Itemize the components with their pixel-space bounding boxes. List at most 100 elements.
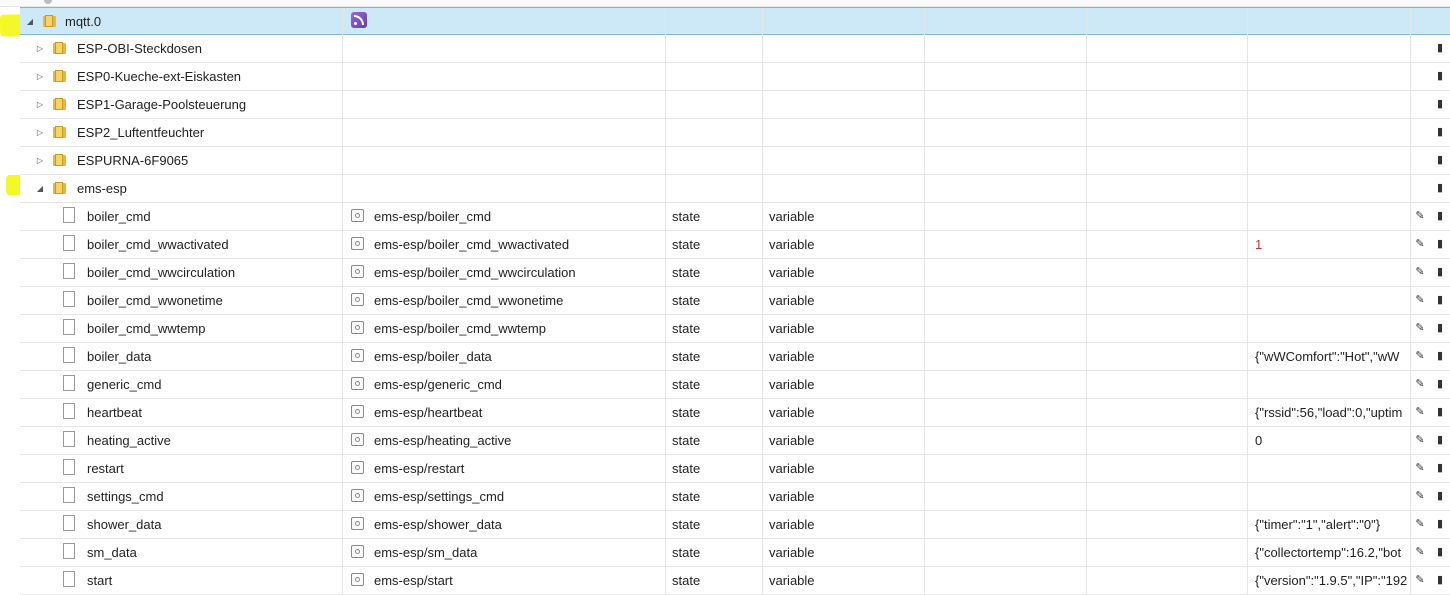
value-cell[interactable] xyxy=(1248,259,1411,286)
tree-row-state[interactable]: heating_active ems-esp/heating_active st… xyxy=(20,427,1450,455)
tree-row-state[interactable]: boiler_cmd ems-esp/boiler_cmd state vari… xyxy=(20,203,1450,231)
trash-icon[interactable]: ▮ xyxy=(1433,231,1447,258)
value-cell[interactable] xyxy=(1248,455,1411,482)
triangle-right-icon[interactable]: ▷ xyxy=(35,35,45,62)
file-icon xyxy=(63,459,75,475)
pencil-icon[interactable]: ✎ xyxy=(1413,343,1427,370)
tree-row-state[interactable]: boiler_cmd_wwonetime ems-esp/boiler_cmd_… xyxy=(20,287,1450,315)
pencil-icon[interactable]: ✎ xyxy=(1413,231,1427,258)
pencil-icon[interactable]: ✎ xyxy=(1413,203,1427,230)
trash-icon[interactable]: ▮ xyxy=(1433,315,1447,342)
pencil-icon[interactable]: ✎ xyxy=(1413,259,1427,286)
tree-row-folder[interactable]: ▷ ESP-OBI-Steckdosen ▮ xyxy=(20,35,1450,63)
role-cell: variable xyxy=(763,259,925,286)
actions-cell: ✎ ▮ xyxy=(1411,203,1450,230)
value-cell[interactable] xyxy=(1248,203,1411,230)
value-cell[interactable]: {"rssid":56,"load":0,"uptim xyxy=(1248,399,1411,426)
value-cell[interactable]: {"timer":"1","alert":"0"} xyxy=(1248,511,1411,538)
trash-icon[interactable]: ▮ xyxy=(1433,147,1447,174)
state-type: state xyxy=(672,293,701,308)
pencil-icon[interactable]: ✎ xyxy=(1413,399,1427,426)
triangle-right-icon[interactable]: ▷ xyxy=(35,91,45,118)
pencil-icon[interactable]: ✎ xyxy=(1413,511,1427,538)
pencil-icon[interactable]: ✎ xyxy=(1413,427,1427,454)
tree-row-folder[interactable]: ▷ ESP2_Luftentfeuchter ▮ xyxy=(20,119,1450,147)
tree-row-state[interactable]: restart ems-esp/restart state variable ✎… xyxy=(20,455,1450,483)
pencil-icon[interactable]: ✎ xyxy=(1413,567,1427,594)
trash-icon[interactable]: ▮ xyxy=(1433,511,1447,538)
state-label: boiler_cmd_wwcirculation xyxy=(87,265,236,280)
name-cell: ▷ ESPURNA-6F9065 xyxy=(20,147,343,174)
tree-row-folder[interactable]: ▷ ESP0-Kueche-ext-Eiskasten ▮ xyxy=(20,63,1450,91)
value-cell[interactable]: {"wWComfort":"Hot","wW xyxy=(1248,343,1411,370)
state-label: boiler_data xyxy=(87,349,152,364)
value-cell[interactable]: {"version":"1.9.5","IP":"192 xyxy=(1248,567,1411,594)
trash-icon[interactable]: ▮ xyxy=(1433,343,1447,370)
trash-icon[interactable]: ▮ xyxy=(1433,483,1447,510)
value-cell[interactable]: 0 xyxy=(1248,427,1411,454)
trash-icon[interactable]: ▮ xyxy=(1433,371,1447,398)
state-label: shower_data xyxy=(87,517,162,532)
state-id: ems-esp/start xyxy=(374,573,453,588)
file-icon xyxy=(63,515,75,531)
tree-row-state[interactable]: boiler_cmd_wwtemp ems-esp/boiler_cmd_wwt… xyxy=(20,315,1450,343)
value-cell[interactable] xyxy=(1248,315,1411,342)
tree-row-folder[interactable]: ▷ ESP1-Garage-Poolsteuerung ▮ xyxy=(20,91,1450,119)
previous-row-strip xyxy=(0,0,1450,7)
trash-icon[interactable]: ▮ xyxy=(1433,175,1447,202)
value-cell[interactable] xyxy=(1248,371,1411,398)
pencil-icon[interactable]: ✎ xyxy=(1413,455,1427,482)
role-cell: variable xyxy=(763,287,925,314)
file-icon xyxy=(63,431,75,447)
value-cell[interactable] xyxy=(1248,287,1411,314)
tree-row-state[interactable]: sm_data ems-esp/sm_data state variable {… xyxy=(20,539,1450,567)
trash-icon[interactable]: ▮ xyxy=(1433,427,1447,454)
tree-row-state[interactable]: generic_cmd ems-esp/generic_cmd state va… xyxy=(20,371,1450,399)
state-role: variable xyxy=(769,461,815,476)
actions-cell: ✎ ▮ xyxy=(1411,399,1450,426)
pencil-icon[interactable]: ✎ xyxy=(1413,315,1427,342)
pencil-icon[interactable]: ✎ xyxy=(1413,371,1427,398)
tree-row-mqtt[interactable]: ◢ mqtt.0 xyxy=(20,7,1450,35)
triangle-right-icon[interactable]: ▷ xyxy=(35,147,45,174)
state-id: ems-esp/settings_cmd xyxy=(374,489,505,504)
trash-icon[interactable]: ▮ xyxy=(1433,35,1447,62)
trash-icon[interactable]: ▮ xyxy=(1433,399,1447,426)
value-cell[interactable]: {"collectortemp":16.2,"bot xyxy=(1248,539,1411,566)
tree-row-state[interactable]: heartbeat ems-esp/heartbeat state variab… xyxy=(20,399,1450,427)
trash-icon[interactable]: ▮ xyxy=(1433,91,1447,118)
trash-icon[interactable]: ▮ xyxy=(1433,539,1447,566)
actions-cell: ✎ ▮ xyxy=(1411,259,1450,286)
pencil-icon[interactable]: ✎ xyxy=(1413,287,1427,314)
value-cell[interactable] xyxy=(1248,483,1411,510)
trash-icon[interactable]: ▮ xyxy=(1433,287,1447,314)
tree-row-folder[interactable]: ▷ ESPURNA-6F9065 ▮ xyxy=(20,147,1450,175)
pencil-icon[interactable]: ✎ xyxy=(1413,539,1427,566)
trash-icon[interactable]: ▮ xyxy=(1433,119,1447,146)
trash-icon[interactable]: ▮ xyxy=(1433,567,1447,594)
value-cell[interactable]: 1 xyxy=(1248,231,1411,258)
tree-row-state[interactable]: boiler_cmd_wwactivated ems-esp/boiler_cm… xyxy=(20,231,1450,259)
tree-row-state[interactable]: shower_data ems-esp/shower_data state va… xyxy=(20,511,1450,539)
triangle-down-icon[interactable]: ◢ xyxy=(35,175,45,202)
name-cell: boiler_cmd_wwactivated xyxy=(20,231,343,258)
tree-row-state[interactable]: settings_cmd ems-esp/settings_cmd state … xyxy=(20,483,1450,511)
triangle-down-icon[interactable]: ◢ xyxy=(25,8,35,35)
trash-icon[interactable]: ▮ xyxy=(1433,259,1447,286)
triangle-right-icon[interactable]: ▷ xyxy=(35,63,45,90)
tree-row-state[interactable]: boiler_cmd_wwcirculation ems-esp/boiler_… xyxy=(20,259,1450,287)
actions-cell: ✎ ▮ xyxy=(1411,567,1450,594)
folder-icon xyxy=(53,154,66,166)
tree-row-state[interactable]: start ems-esp/start state variable {"ver… xyxy=(20,567,1450,595)
trash-icon[interactable]: ▮ xyxy=(1433,63,1447,90)
trash-icon[interactable]: ▮ xyxy=(1433,455,1447,482)
triangle-right-icon[interactable]: ▷ xyxy=(35,119,45,146)
state-value: {"wWComfort":"Hot","wW xyxy=(1255,349,1400,364)
type-cell: state xyxy=(666,567,763,594)
tree-row-state[interactable]: boiler_data ems-esp/boiler_data state va… xyxy=(20,343,1450,371)
pencil-icon[interactable]: ✎ xyxy=(1413,483,1427,510)
state-type: state xyxy=(672,377,701,392)
file-icon xyxy=(63,347,75,363)
trash-icon[interactable]: ▮ xyxy=(1433,203,1447,230)
tree-row-folder[interactable]: ◢ ems-esp ▮ xyxy=(20,175,1450,203)
